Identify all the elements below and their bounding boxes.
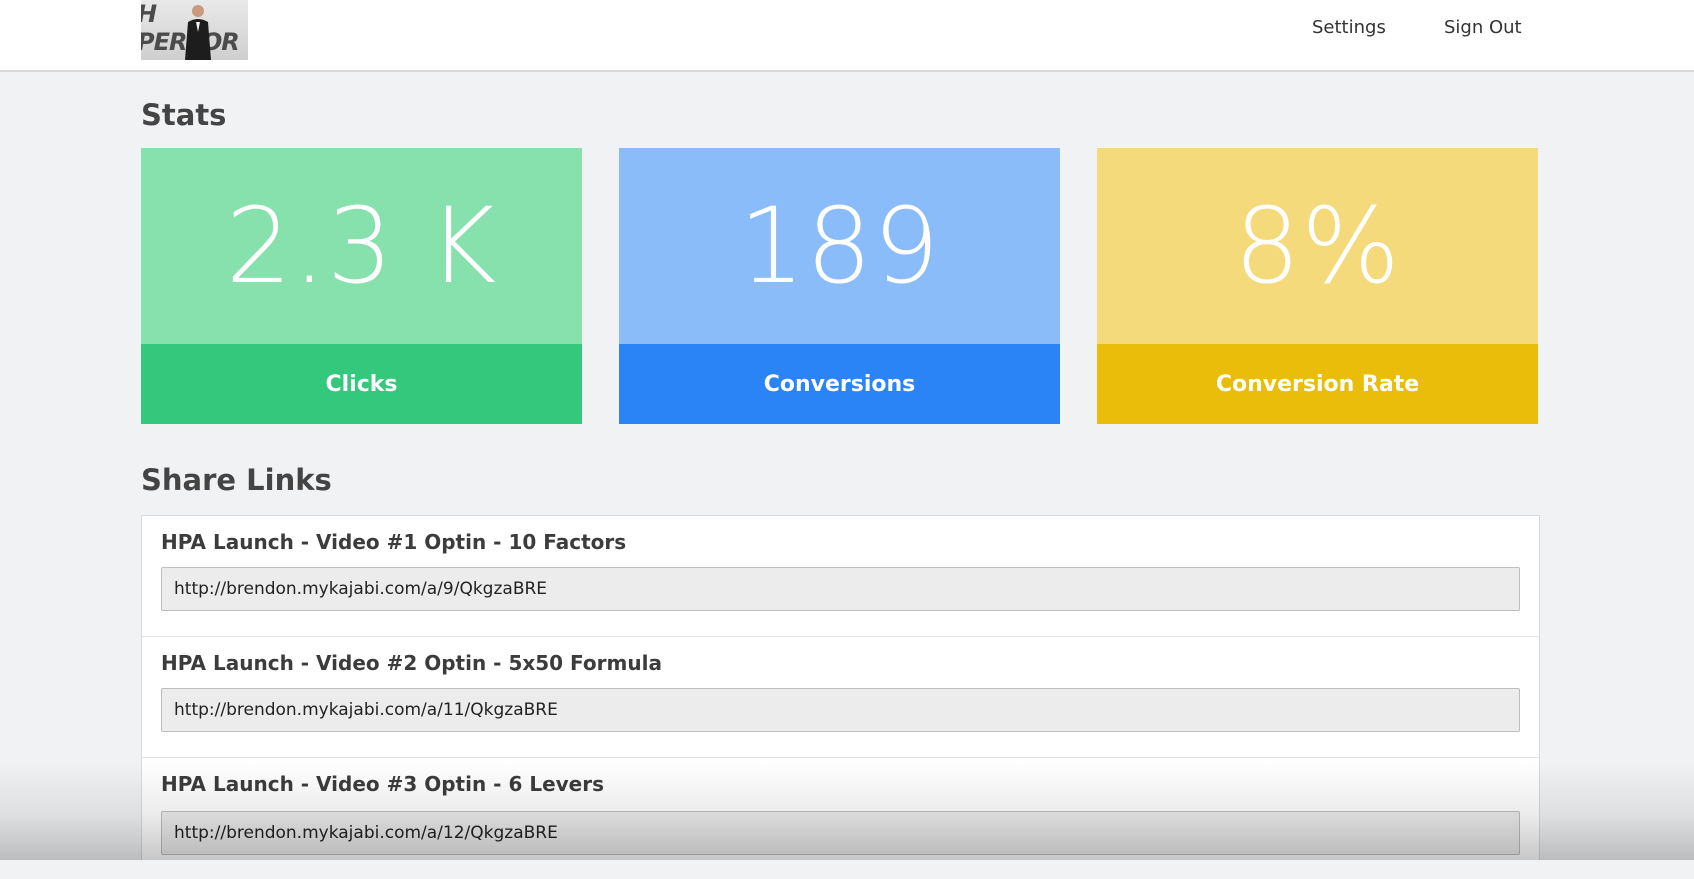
stat-label: Conversion Rate — [1097, 344, 1538, 424]
logo-person-image — [185, 5, 211, 60]
brand-logo[interactable]: H PERFOR DEMY — [141, 0, 248, 60]
share-link-url-field[interactable] — [161, 567, 1520, 611]
share-link-title: HPA Launch - Video #2 Optin - 5x50 Formu… — [161, 651, 662, 675]
share-links-heading: Share Links — [141, 463, 332, 497]
share-link-url-field[interactable] — [161, 811, 1520, 855]
nav-sign-out-link[interactable]: Sign Out — [1444, 17, 1522, 38]
share-link-item: HPA Launch - Video #2 Optin - 5x50 Formu… — [142, 637, 1539, 758]
stat-card-conversion-rate: 8% Conversion Rate — [1097, 148, 1538, 424]
nav-settings-link[interactable]: Settings — [1312, 17, 1386, 38]
share-link-title: HPA Launch - Video #3 Optin - 6 Levers — [161, 772, 604, 796]
top-navbar: H PERFOR DEMY Settings Sign Out — [0, 0, 1694, 72]
stat-card-clicks: 2.3 K Clicks — [141, 148, 582, 424]
share-link-item: HPA Launch - Video #3 Optin - 6 Levers — [142, 758, 1539, 879]
stat-value: 2.3 K — [141, 148, 582, 344]
share-links-panel: HPA Launch - Video #1 Optin - 10 Factors… — [141, 515, 1540, 860]
share-link-item: HPA Launch - Video #1 Optin - 10 Factors — [142, 516, 1539, 637]
stat-value: 189 — [619, 148, 1060, 344]
stat-card-conversions: 189 Conversions — [619, 148, 1060, 424]
stat-value: 8% — [1097, 148, 1538, 344]
stats-heading: Stats — [141, 98, 227, 132]
stat-label: Clicks — [141, 344, 582, 424]
stat-label: Conversions — [619, 344, 1060, 424]
share-link-title: HPA Launch - Video #1 Optin - 10 Factors — [161, 530, 627, 554]
share-link-url-field[interactable] — [161, 688, 1520, 732]
